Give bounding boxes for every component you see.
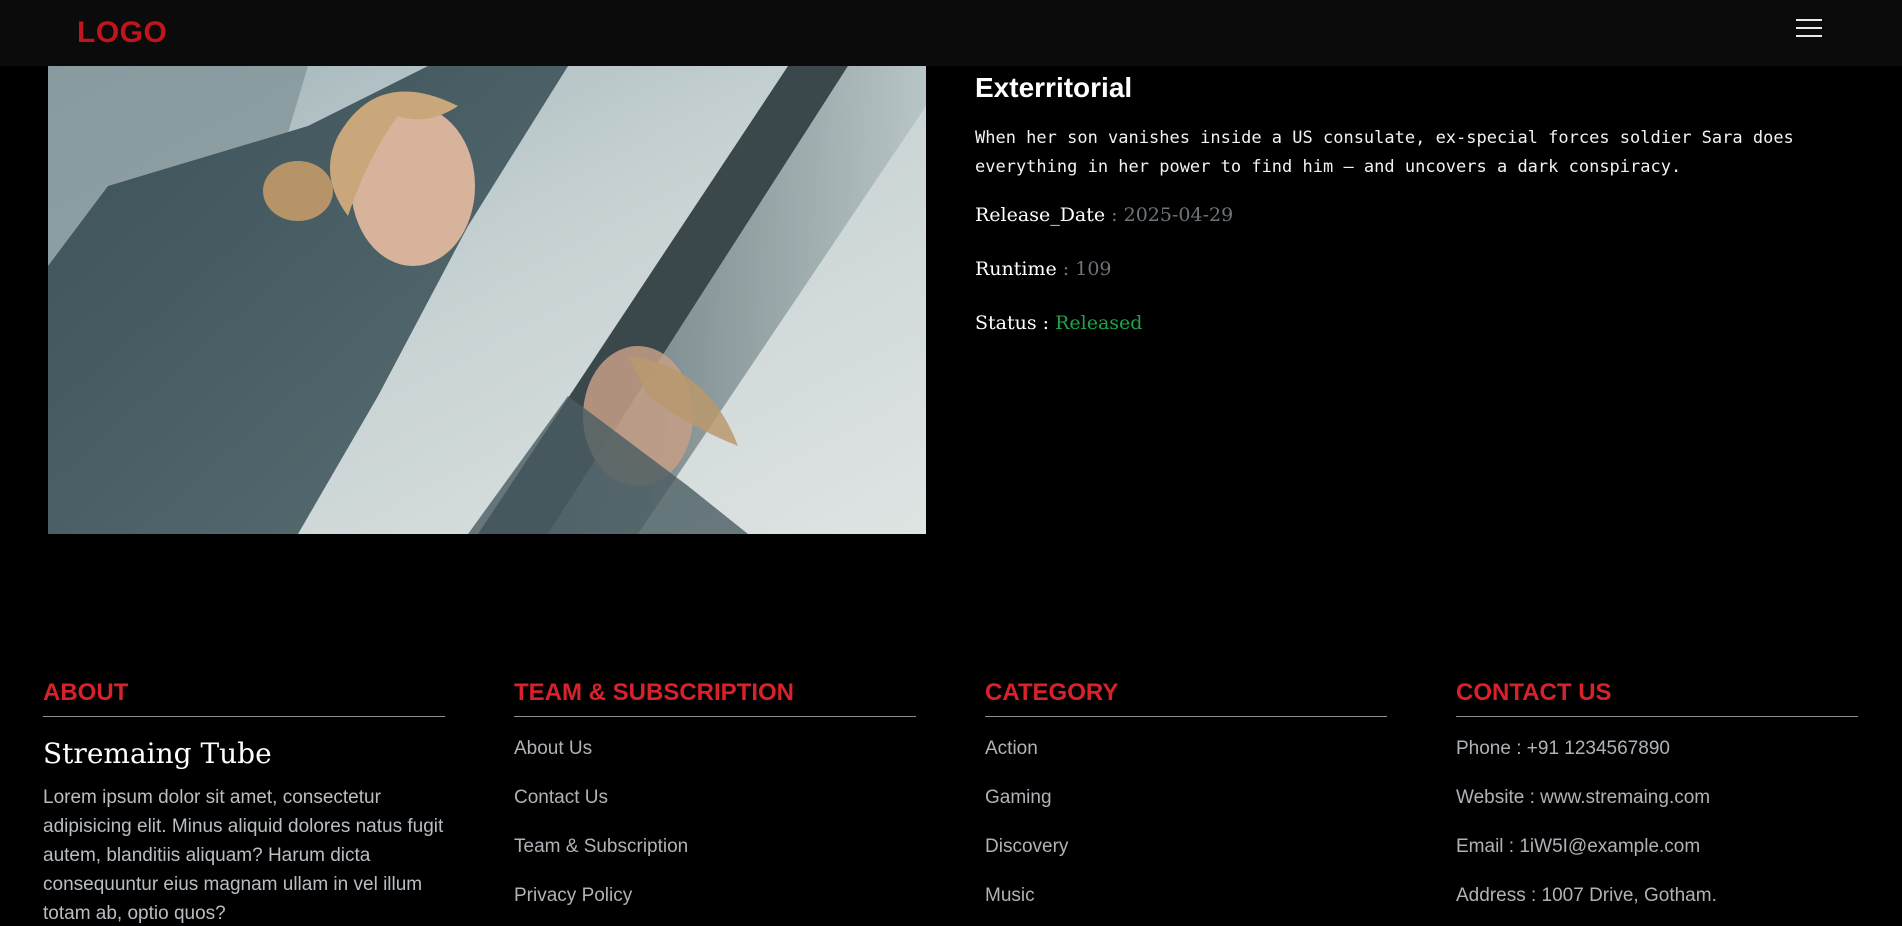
footer-contact-heading: CONTACT US bbox=[1456, 676, 1858, 717]
release-date-separator: : bbox=[1105, 204, 1124, 226]
footer-team-links: About Us Contact Us Team & Subscription … bbox=[514, 735, 916, 926]
footer-about-text: Lorem ipsum dolor sit amet, consectetur … bbox=[43, 787, 444, 924]
footer-about-column: ABOUT Stremaing Tube Lorem ipsum dolor s… bbox=[43, 676, 445, 926]
footer-link-music[interactable]: Music bbox=[985, 882, 1387, 926]
status-label: Status bbox=[975, 312, 1037, 334]
footer-link-team-subscription[interactable]: Team & Subscription bbox=[514, 833, 916, 882]
footer-contact-list: Phone : +91 1234567890 Website : www.str… bbox=[1456, 735, 1858, 926]
footer-link-discovery[interactable]: Discovery bbox=[985, 833, 1387, 882]
hamburger-bar bbox=[1796, 35, 1822, 37]
status-value: Released bbox=[1055, 312, 1143, 334]
hamburger-bar bbox=[1796, 19, 1822, 21]
footer-contact-phone: Phone : +91 1234567890 bbox=[1456, 738, 1670, 759]
footer-brand-name: Stremaing Tube bbox=[43, 737, 272, 770]
footer-contact-column: CONTACT US Phone : +91 1234567890 Websit… bbox=[1456, 676, 1858, 926]
status-row: Status : Released bbox=[975, 296, 1855, 350]
runtime-separator: : bbox=[1056, 258, 1076, 280]
footer-contact-address: Address : 1007 Drive, Gotham. bbox=[1456, 885, 1717, 906]
movie-details: Exterritorial When her son vanishes insi… bbox=[975, 70, 1855, 350]
movie-overview: When her son vanishes inside a US consul… bbox=[975, 128, 1794, 177]
runtime-value: 109 bbox=[1075, 258, 1112, 280]
runtime-label: Runtime bbox=[975, 258, 1057, 280]
footer-link-about-us[interactable]: About Us bbox=[514, 735, 916, 784]
footer-about-heading: ABOUT bbox=[43, 676, 445, 717]
footer-link-action[interactable]: Action bbox=[985, 735, 1387, 784]
site-logo[interactable]: LOGO bbox=[77, 16, 167, 50]
hamburger-bar bbox=[1796, 27, 1822, 29]
footer-category-heading: CATEGORY bbox=[985, 676, 1387, 717]
footer-link-contact-us[interactable]: Contact Us bbox=[514, 784, 916, 833]
footer-contact-website: Website : www.stremaing.com bbox=[1456, 787, 1711, 808]
footer-team-heading: TEAM & SUBSCRIPTION bbox=[514, 676, 916, 717]
footer-category-column: CATEGORY Action Gaming Discovery Music bbox=[985, 676, 1387, 926]
footer-link-privacy-policy[interactable]: Privacy Policy bbox=[514, 882, 916, 926]
movie-still-illustration bbox=[48, 66, 926, 534]
navbar: LOGO bbox=[0, 0, 1902, 66]
movie-poster-image bbox=[48, 66, 926, 534]
movie-title: Exterritorial bbox=[975, 72, 1133, 103]
hamburger-menu-icon[interactable] bbox=[1796, 17, 1824, 39]
runtime-row: Runtime : 109 bbox=[975, 242, 1855, 296]
release-date-label: Release_Date bbox=[975, 204, 1106, 226]
footer-contact-email: Email : 1iW5I@example.com bbox=[1456, 836, 1701, 857]
footer-category-links: Action Gaming Discovery Music bbox=[985, 735, 1387, 926]
footer-link-gaming[interactable]: Gaming bbox=[985, 784, 1387, 833]
release-date-row: Release_Date : 2025-04-29 bbox=[975, 188, 1855, 242]
status-separator: : bbox=[1036, 312, 1056, 334]
footer-team-column: TEAM & SUBSCRIPTION About Us Contact Us … bbox=[514, 676, 916, 926]
release-date-value: 2025-04-29 bbox=[1123, 204, 1234, 226]
